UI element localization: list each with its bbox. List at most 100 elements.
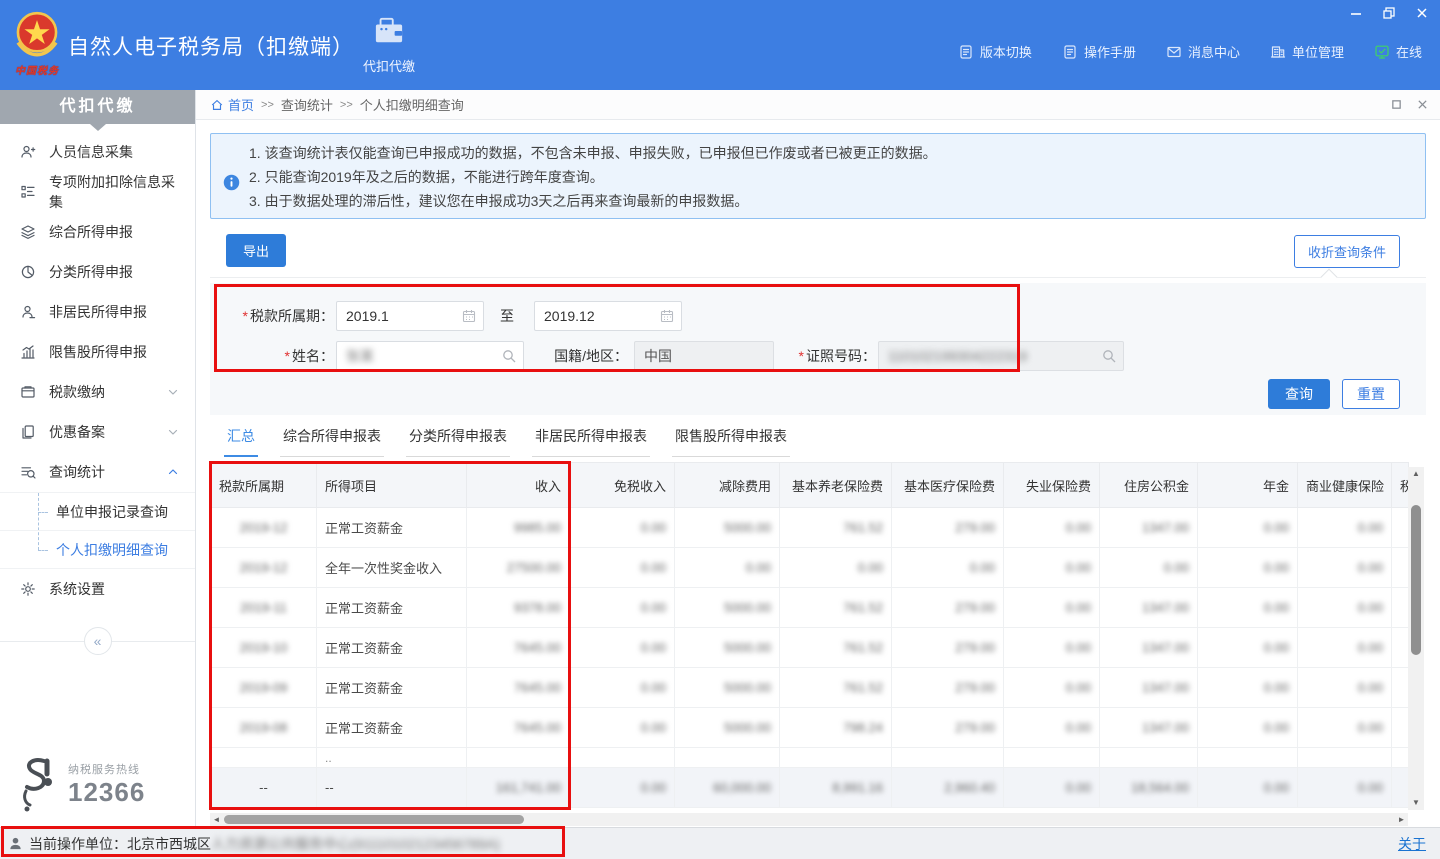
table-cell: 0.00 xyxy=(570,768,675,808)
table-cell: 0.00 xyxy=(780,548,892,588)
collapse-query-button[interactable]: 收折查询条件 xyxy=(1294,235,1400,268)
sidebar-item[interactable]: 优惠备案 xyxy=(0,412,195,452)
sidebar-submenu: 单位申报记录查询个人扣缴明细查询 xyxy=(0,492,195,569)
tab-item[interactable]: 综合所得申报表 xyxy=(280,426,384,457)
horizontal-scroll-thumb[interactable] xyxy=(224,815,524,824)
sidebar-item-label: 综合所得申报 xyxy=(49,222,133,242)
column-header: 基本养老保险费 xyxy=(780,463,892,508)
main-content: 1. 该查询统计表仅能查询已申报成功的数据，不包含未申报、申报失败，已申报但已作… xyxy=(196,120,1440,827)
top-menu-item[interactable]: 操作手册 xyxy=(1062,42,1136,61)
table-cell: 2,960.40 xyxy=(892,768,1004,808)
tab-item[interactable]: 限售股所得申报表 xyxy=(672,426,790,457)
nationality-label: 国籍/地区： xyxy=(536,341,628,371)
reset-button[interactable]: 重置 xyxy=(1342,379,1400,409)
wallet-module-icon xyxy=(372,16,406,46)
tab-item[interactable]: 非居民所得申报表 xyxy=(532,426,650,457)
top-menu-item[interactable]: 版本切换 xyxy=(958,42,1032,61)
table-cell xyxy=(1392,748,1409,768)
top-menu-item[interactable]: 在线 xyxy=(1374,42,1422,61)
vertical-scroll-thumb[interactable] xyxy=(1411,505,1421,655)
table-cell xyxy=(1004,748,1100,768)
period-to-input[interactable]: 2019.12 xyxy=(534,301,682,331)
panel-close-icon[interactable] xyxy=(1416,99,1428,111)
table-cell: 0.00 xyxy=(1004,508,1100,548)
table-cell xyxy=(1392,508,1409,548)
sidebar-item[interactable]: 分类所得申报 xyxy=(0,252,195,292)
notice-lines: 1. 该查询统计表仅能查询已申报成功的数据，不包含未申报、申报失败，已申报但已作… xyxy=(249,141,937,218)
sidebar-subitem-active[interactable]: 个人扣缴明细查询 xyxy=(0,531,195,569)
table-cell: 761.52 xyxy=(780,588,892,628)
table-cell xyxy=(780,748,892,768)
minimize-icon[interactable] xyxy=(1348,5,1364,21)
table-cell: 0.00 xyxy=(570,708,675,748)
table-cell: 279.00 xyxy=(892,588,1004,628)
table-cell: 0.00 xyxy=(1004,708,1100,748)
to-label: 至 xyxy=(500,301,514,331)
close-icon[interactable] xyxy=(1414,5,1430,21)
sidebar-item-label: 分类所得申报 xyxy=(49,262,133,282)
tab-active[interactable]: 汇总 xyxy=(224,426,258,457)
table-cell: -- xyxy=(211,768,317,808)
breadcrumb-separator: >> xyxy=(340,99,353,111)
vertical-scrollbar[interactable]: ▲ ▼ xyxy=(1408,467,1424,810)
sidebar-item-settings[interactable]: 系统设置 xyxy=(0,569,195,609)
about-link[interactable]: 关于 xyxy=(1398,834,1426,854)
column-header: 所得项目 xyxy=(317,463,467,508)
table-cell: 0.00 xyxy=(1198,768,1298,808)
table-row-partial: .. xyxy=(211,748,1409,768)
table-cell: 0.00 xyxy=(1198,548,1298,588)
table-cell: 9985.00 xyxy=(467,508,570,548)
table-cell: 0.00 xyxy=(892,548,1004,588)
top-menu-item[interactable]: 消息中心 xyxy=(1166,42,1240,61)
scroll-right-icon[interactable]: ► xyxy=(1395,813,1408,826)
restore-icon[interactable] xyxy=(1381,5,1397,21)
table-cell: 761.52 xyxy=(780,628,892,668)
export-button[interactable]: 导出 xyxy=(226,234,286,267)
sidebar-item[interactable]: 非居民所得申报 xyxy=(0,292,195,332)
table-cell: 1347.00 xyxy=(1100,508,1198,548)
scroll-up-icon[interactable]: ▲ xyxy=(1408,467,1424,481)
scroll-down-icon[interactable]: ▼ xyxy=(1408,796,1424,810)
sidebar-item[interactable]: 专项附加扣除信息采集 xyxy=(0,172,195,212)
table-row-data: 2019-12正常工资薪金9985.000.005000.00761.52279… xyxy=(211,508,1409,548)
id-number-input[interactable]: 110102199304222319 xyxy=(878,341,1124,371)
search-icon[interactable] xyxy=(1101,348,1117,364)
table-body: 2019-12正常工资薪金9985.000.005000.00761.52279… xyxy=(211,508,1409,808)
panel-maximize-icon[interactable] xyxy=(1390,99,1402,111)
table-header-row: 税款所属期所得项目收入免税收入减除费用基本养老保险费基本医疗保险费失业保险费住房… xyxy=(211,463,1409,508)
sidebar-item[interactable]: 限售股所得申报 xyxy=(0,332,195,372)
horizontal-scrollbar[interactable]: ◄ ► xyxy=(210,813,1408,826)
period-label: *税款所属期： xyxy=(216,301,334,331)
top-menu-item[interactable]: 单位管理 xyxy=(1270,42,1344,61)
calendar-icon[interactable] xyxy=(461,308,477,324)
notice-box: 1. 该查询统计表仅能查询已申报成功的数据，不包含未申报、申报失败，已申报但已作… xyxy=(210,133,1426,219)
period-from-input[interactable]: 2019.1 xyxy=(336,301,484,331)
sidebar-item[interactable]: 人员信息采集 xyxy=(0,132,195,172)
tab-item[interactable]: 分类所得申报表 xyxy=(406,426,510,457)
search-icon[interactable] xyxy=(501,348,517,364)
sidebar-collapse-button[interactable]: « xyxy=(84,627,112,655)
sidebar-item[interactable]: 税款缴纳 xyxy=(0,372,195,412)
query-button[interactable]: 查询 xyxy=(1268,379,1330,409)
sidebar-subitem[interactable]: 单位申报记录查询 xyxy=(0,493,195,531)
table-row-data: 2019-11正常工资薪金9378.000.005000.00761.52279… xyxy=(211,588,1409,628)
sidebar-item-label: 人员信息采集 xyxy=(49,142,133,162)
breadcrumb-home-link[interactable]: 首页 xyxy=(210,95,254,114)
wallet-icon xyxy=(20,384,36,400)
table-cell: 161,741.00 xyxy=(467,768,570,808)
home-icon xyxy=(210,98,224,112)
calendar-icon[interactable] xyxy=(659,308,675,324)
table-cell: 5000.00 xyxy=(675,588,780,628)
table-cell: 0.00 xyxy=(1004,548,1100,588)
scroll-left-icon[interactable]: ◄ xyxy=(210,813,223,826)
column-header: 税 xyxy=(1392,463,1409,508)
sidebar-item[interactable]: 综合所得申报 xyxy=(0,212,195,252)
hotline-logo: 纳税服务热线 12366 xyxy=(14,755,145,813)
table-cell: 279.00 xyxy=(892,708,1004,748)
name-input[interactable]: 张某 xyxy=(336,341,524,371)
module-tab-daikou[interactable]: 代扣代缴 xyxy=(347,16,431,75)
sidebar-item[interactable]: 查询统计 xyxy=(0,452,195,492)
table-cell: 正常工资薪金 xyxy=(317,508,467,548)
sidebar-collapse-row: « xyxy=(0,625,195,659)
table-row-data: 2019-10正常工资薪金7645.000.005000.00761.52279… xyxy=(211,628,1409,668)
